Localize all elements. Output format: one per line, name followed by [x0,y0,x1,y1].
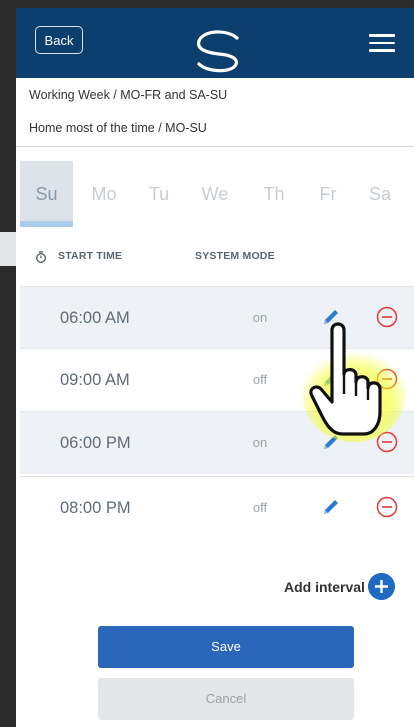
interval-mode: off [252,500,268,515]
add-interval-label[interactable]: Add interval [284,579,365,595]
column-header-system-mode: SYSTEM MODE [195,250,275,262]
stopwatch-icon [36,251,46,263]
plus-circle-icon[interactable] [368,573,395,600]
side-tab-marker [0,232,16,266]
interval-mode: off [252,372,268,387]
pencil-icon[interactable] [320,496,342,518]
day-label: Su [35,184,58,204]
cancel-button[interactable]: Cancel [98,678,354,720]
tab-day-tu[interactable]: Tu [134,161,184,227]
save-button[interactable]: Save [98,626,354,668]
app-header: Back [16,8,414,78]
tab-day-su[interactable]: Su [20,161,73,227]
interval-mode: on [252,310,268,325]
interval-time: 08:00 PM [60,499,131,517]
minus-circle-icon[interactable] [376,496,398,518]
app-screen: Back Working Week / MO-FR and SA-SU Home… [16,8,414,727]
tab-day-mo[interactable]: Mo [78,161,130,227]
tab-day-fr[interactable]: Fr [304,161,352,227]
active-day-indicator [20,221,73,227]
preset-working-week[interactable]: Working Week / MO-FR and SA-SU [29,88,227,102]
pointing-hand-icon [302,322,406,442]
interval-row: 08:00 PM off [20,476,414,539]
column-header-start-time: START TIME [58,250,123,262]
tab-day-th[interactable]: Th [248,161,300,227]
menu-icon[interactable] [369,34,395,52]
interval-time: 06:00 PM [60,434,131,452]
interval-time: 09:00 AM [60,371,130,389]
tab-day-we[interactable]: We [188,161,242,227]
screenshot-frame: Back Working Week / MO-FR and SA-SU Home… [0,0,414,727]
brand-logo [197,30,239,73]
preset-home-most[interactable]: Home most of the time / MO-SU [29,121,207,135]
day-tabs: Su Mo Tu We Th Fr Sa [20,161,414,227]
interval-mode: on [252,435,268,450]
schedule-presets: Working Week / MO-FR and SA-SU Home most… [16,78,414,147]
interval-time: 06:00 AM [60,309,130,327]
tab-day-sa[interactable]: Sa [356,161,404,227]
back-button[interactable]: Back [35,26,83,54]
